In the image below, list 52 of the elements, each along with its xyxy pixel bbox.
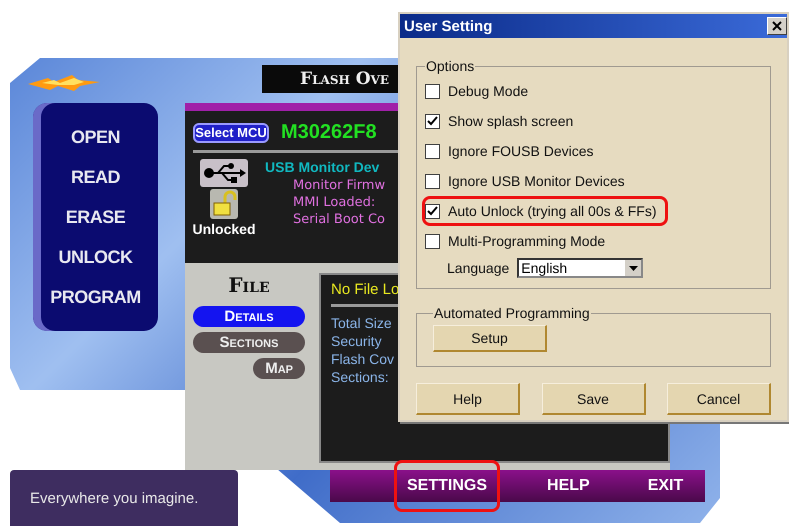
nav-item[interactable]: ERASE	[66, 206, 126, 228]
nav-item[interactable]: READ	[70, 166, 120, 188]
device-detail: Monitor Firmw	[293, 178, 386, 193]
setup-button[interactable]: Setup	[433, 325, 547, 352]
option-checkbox[interactable]: Multi-Programming Mode	[422, 226, 612, 256]
file-tab[interactable]: Sections	[193, 332, 305, 353]
option-checkbox[interactable]: Ignore USB Monitor Devices	[422, 166, 632, 196]
dialog-title: User Setting	[404, 18, 492, 34]
device-detail: MMI Loaded:	[293, 195, 376, 210]
open-padlock-icon	[210, 189, 238, 219]
tagline: Everywhere you imagine.	[30, 490, 198, 506]
group-label: Automated Programming	[433, 305, 591, 321]
lightning-logo-icon	[28, 72, 100, 94]
dialog-button[interactable]: Help	[416, 383, 520, 415]
app-title: Flash Ove	[300, 69, 390, 89]
nav-item[interactable]: UNLOCK	[58, 246, 132, 268]
language-dropdown[interactable]: English	[517, 258, 644, 278]
file-field: Total Size	[331, 315, 392, 331]
usb-icon	[200, 159, 248, 187]
group-label: Options	[425, 58, 476, 74]
option-checkbox[interactable]: Debug Mode	[422, 76, 536, 106]
device-detail: Serial Boot Co	[293, 212, 386, 227]
checkbox[interactable]	[425, 84, 440, 98]
dialog-button[interactable]: Cancel	[667, 383, 771, 415]
bottom-bar-button[interactable]: EXIT	[636, 466, 694, 506]
checkbox[interactable]	[425, 144, 440, 158]
file-field: Sections:	[331, 369, 389, 385]
dialog-button[interactable]: Save	[542, 383, 646, 415]
bottom-bar-button[interactable]: SETTINGS	[394, 460, 500, 512]
option-checkbox[interactable]: Auto Unlock (trying all 00s & FFs)	[422, 196, 668, 226]
lock-status: Unlocked	[192, 221, 256, 237]
dropdown-arrow-icon	[628, 266, 638, 270]
checkbox[interactable]	[425, 234, 440, 248]
file-field: Security	[331, 333, 382, 349]
option-checkbox[interactable]: Show splash screen	[422, 106, 580, 136]
file-tab[interactable]: Details	[193, 306, 305, 327]
language-label: Language	[447, 260, 510, 276]
nav-item[interactable]: OPEN	[70, 126, 120, 148]
file-heading: File	[228, 273, 270, 297]
nav-item[interactable]: PROGRAM	[50, 286, 141, 308]
checkbox[interactable]	[425, 114, 440, 128]
mcu-name: M30262F8	[281, 121, 377, 144]
select-mcu-button[interactable]: Select MCU	[193, 122, 269, 142]
file-tab[interactable]: Map	[253, 358, 305, 379]
device-title: USB Monitor Dev	[265, 159, 380, 175]
close-button[interactable]	[767, 17, 787, 35]
checkbox[interactable]	[425, 174, 440, 188]
option-checkbox[interactable]: Ignore FOUSB Devices	[422, 136, 600, 166]
file-field: Flash Cov	[331, 351, 394, 367]
bottom-bar-button[interactable]: HELP	[536, 466, 601, 506]
close-icon	[772, 21, 782, 31]
checkbox[interactable]	[425, 204, 440, 218]
